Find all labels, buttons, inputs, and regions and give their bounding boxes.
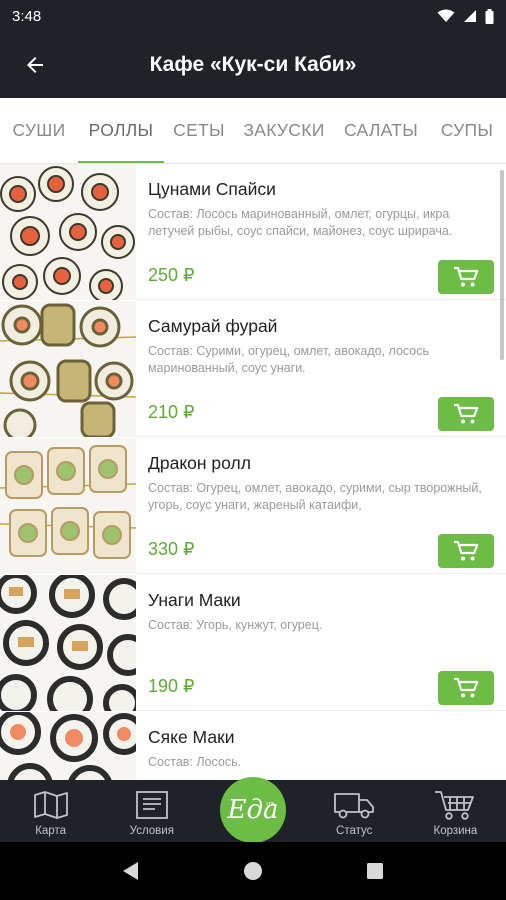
product-image	[0, 164, 136, 300]
nav-cart-label: Корзина	[433, 825, 478, 837]
back-button[interactable]	[0, 32, 70, 98]
product-name: Унаги Маки	[148, 590, 241, 610]
status-time: 3:48	[12, 7, 42, 25]
add-to-cart-button[interactable]	[438, 397, 494, 431]
map-icon	[33, 791, 68, 819]
product-image	[0, 575, 136, 711]
tab-sushi[interactable]: СУШИ	[0, 98, 78, 163]
product-price: 330 ₽	[148, 539, 195, 559]
product-price: 210 ₽	[148, 402, 195, 422]
list-item[interactable]: Цунами Спайси Состав: Лосось маринованны…	[0, 164, 506, 300]
product-name: Самурай фурай	[148, 316, 278, 336]
product-name: Цунами Спайси	[148, 179, 276, 199]
product-image	[0, 438, 136, 574]
product-description: Состав: Лосось маринованный, омлет, огур…	[148, 207, 453, 238]
back-triangle-icon	[123, 862, 138, 880]
document-icon	[135, 791, 168, 819]
system-recents-button[interactable]	[355, 851, 395, 891]
logo-text: Еда	[227, 795, 279, 825]
system-nav-bar	[0, 842, 506, 900]
status-icons	[437, 8, 494, 24]
tab-soups[interactable]: СУПЫ	[428, 98, 506, 163]
product-description: Состав: Угорь, кунжут, огурец.	[148, 618, 323, 632]
list-item[interactable]: Самурай фурай Состав: Сурими, огурец, ом…	[0, 301, 506, 437]
product-price: 190 ₽	[148, 676, 195, 696]
nav-status[interactable]: Статус	[304, 780, 405, 842]
cart-icon	[454, 266, 479, 287]
cart-icon	[454, 677, 479, 698]
tab-salads[interactable]: САЛАТЫ	[334, 98, 428, 163]
add-to-cart-button[interactable]	[438, 671, 494, 705]
product-image	[0, 301, 136, 437]
list-item[interactable]: Дракон ролл Состав: Огурец, омлет, авока…	[0, 438, 506, 574]
list-item[interactable]: Унаги Маки Состав: Угорь, кунжут, огурец…	[0, 575, 506, 711]
nav-map-label: Карта	[35, 825, 66, 837]
app-bar: Кафе «Кук-си Каби»	[0, 32, 506, 98]
product-description: Состав: Лосось.	[148, 755, 242, 769]
cart-icon	[454, 540, 479, 561]
scrollbar[interactable]	[500, 170, 504, 360]
product-description: Состав: Сурими, огурец, омлет, авокадо, …	[148, 344, 430, 375]
truck-icon	[334, 793, 375, 819]
tab-rolls[interactable]: РОЛЛЫ	[78, 98, 164, 163]
nav-terms[interactable]: Условия	[101, 780, 202, 842]
wifi-icon	[437, 9, 455, 22]
nav-cart[interactable]: Корзина	[405, 780, 506, 842]
battery-icon	[485, 8, 494, 24]
list-item[interactable]: Сяке Маки Состав: Лосось.	[0, 712, 506, 780]
logo-superscript: ua	[266, 801, 274, 808]
home-circle-icon	[244, 862, 262, 880]
category-tabs: СУШИ РОЛЛЫ СЕТЫ ЗАКУСКИ САЛАТЫ СУПЫ	[0, 98, 506, 164]
signal-icon	[464, 10, 476, 22]
product-price: 250 ₽	[148, 265, 195, 285]
product-name: Дракон ролл	[148, 453, 251, 473]
system-home-button[interactable]	[233, 851, 273, 891]
product-name: Сяке Маки	[148, 727, 235, 747]
basket-icon	[435, 791, 475, 820]
tab-sets[interactable]: СЕТЫ	[164, 98, 234, 163]
product-list[interactable]: Цунами Спайси Состав: Лосось маринованны…	[0, 164, 506, 780]
tab-snacks[interactable]: ЗАКУСКИ	[234, 98, 334, 163]
add-to-cart-button[interactable]	[438, 260, 494, 294]
product-image	[0, 712, 136, 780]
product-description: Состав: Огурец, омлет, авокадо, сурими, …	[148, 481, 482, 512]
system-back-button[interactable]	[111, 851, 151, 891]
back-arrow-icon	[27, 57, 43, 73]
nav-status-label: Статус	[336, 825, 373, 837]
nav-terms-label: Условия	[129, 825, 174, 837]
eda-logo-button[interactable]: Еда ua	[220, 777, 286, 843]
recents-square-icon	[367, 863, 383, 879]
page-title: Кафе «Кук-си Каби»	[149, 53, 357, 76]
nav-map[interactable]: Карта	[0, 780, 101, 842]
status-bar: 3:48	[0, 0, 506, 32]
cart-icon	[454, 403, 479, 424]
add-to-cart-button[interactable]	[438, 534, 494, 568]
